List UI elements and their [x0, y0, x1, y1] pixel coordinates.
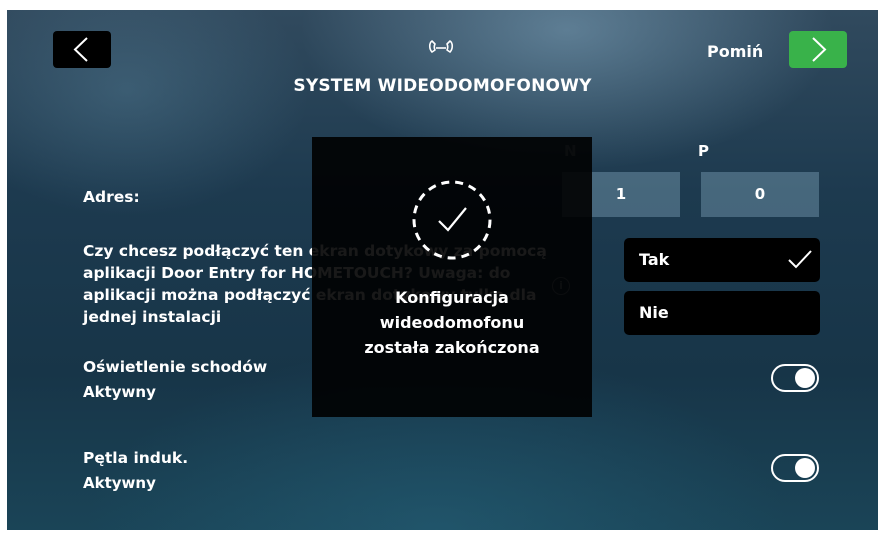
address-column-p: P — [698, 142, 709, 160]
screen: SYSTEM WIDEODOMOFONOWY Pomiń N P Adres: … — [7, 10, 878, 530]
chevron-left-icon — [73, 37, 88, 62]
toggle-knob — [795, 368, 815, 388]
completion-message: Konfiguracja wideodomofonu została zakoń… — [364, 288, 540, 357]
toggle-knob — [795, 458, 815, 478]
stair-lighting-toggle[interactable] — [771, 364, 819, 392]
chevron-right-icon — [812, 37, 827, 62]
page-title: SYSTEM WIDEODOMOFONOWY — [293, 76, 592, 96]
induction-loop-status: Aktywny — [83, 474, 156, 492]
check-circle-icon — [412, 180, 492, 260]
induction-loop-toggle[interactable] — [771, 454, 819, 482]
handset-icon — [428, 40, 454, 53]
stair-lighting-status: Aktywny — [83, 383, 156, 401]
address-p-field[interactable]: 0 — [701, 172, 819, 217]
option-yes[interactable]: Tak — [624, 238, 820, 282]
option-no-label: Nie — [639, 303, 669, 322]
option-yes-label: Tak — [639, 250, 670, 269]
check-icon — [788, 250, 812, 269]
stair-lighting-label: Oświetlenie schodów — [83, 358, 268, 376]
completion-dialog: Konfiguracja wideodomofonu została zakoń… — [312, 137, 592, 417]
back-button[interactable] — [53, 31, 111, 68]
induction-loop-label: Pętla induk. — [83, 449, 189, 467]
skip-label[interactable]: Pomiń — [707, 42, 763, 61]
next-button[interactable] — [789, 31, 847, 68]
option-no[interactable]: Nie — [624, 291, 820, 335]
address-label: Adres: — [83, 188, 140, 206]
